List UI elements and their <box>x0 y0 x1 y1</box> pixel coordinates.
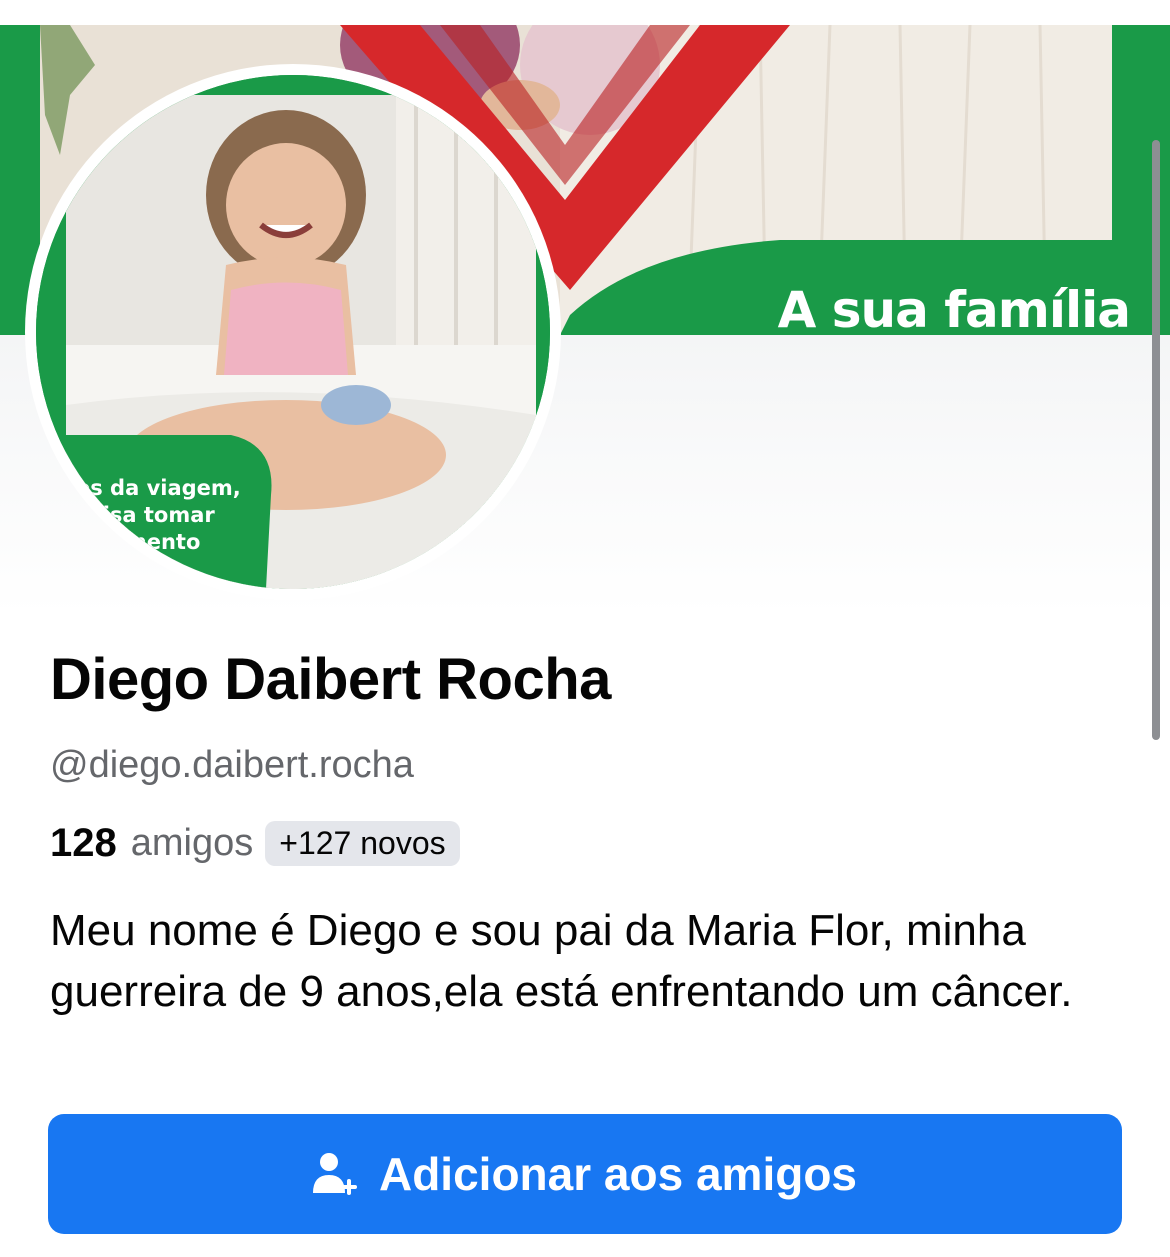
friends-count: 128 <box>50 820 117 865</box>
avatar[interactable]: es da viagem, ecisa tomar dicamento to <box>36 75 550 589</box>
add-person-icon <box>312 1151 361 1197</box>
avatar-caption-line: ecisa tomar <box>76 503 215 527</box>
status-area <box>0 0 1170 25</box>
add-friend-button[interactable]: Adicionar aos amigos <box>48 1114 1122 1234</box>
profile-name: Diego Daibert Rocha <box>50 647 611 712</box>
new-friends-badge: +127 novos <box>265 820 460 866</box>
friends-label: amigos <box>130 821 254 864</box>
avatar-caption-line: dicamento <box>76 530 201 554</box>
profile-handle: @diego.daibert.rocha <box>50 744 414 786</box>
cover-tagline: A sua família <box>777 281 1131 335</box>
avatar-caption: es da viagem, ecisa tomar dicamento to <box>76 475 306 583</box>
avatar-caption-line: es da viagem, <box>76 476 241 500</box>
avatar-caption-line: to <box>76 557 101 581</box>
add-friend-label: Adicionar aos amigos <box>378 1148 857 1200</box>
friends-summary[interactable]: 128 amigos +127 novos <box>50 818 460 868</box>
scrollbar[interactable] <box>1152 140 1160 740</box>
profile-bio: Meu nome é Diego e sou pai da Maria Flor… <box>50 906 1073 1016</box>
